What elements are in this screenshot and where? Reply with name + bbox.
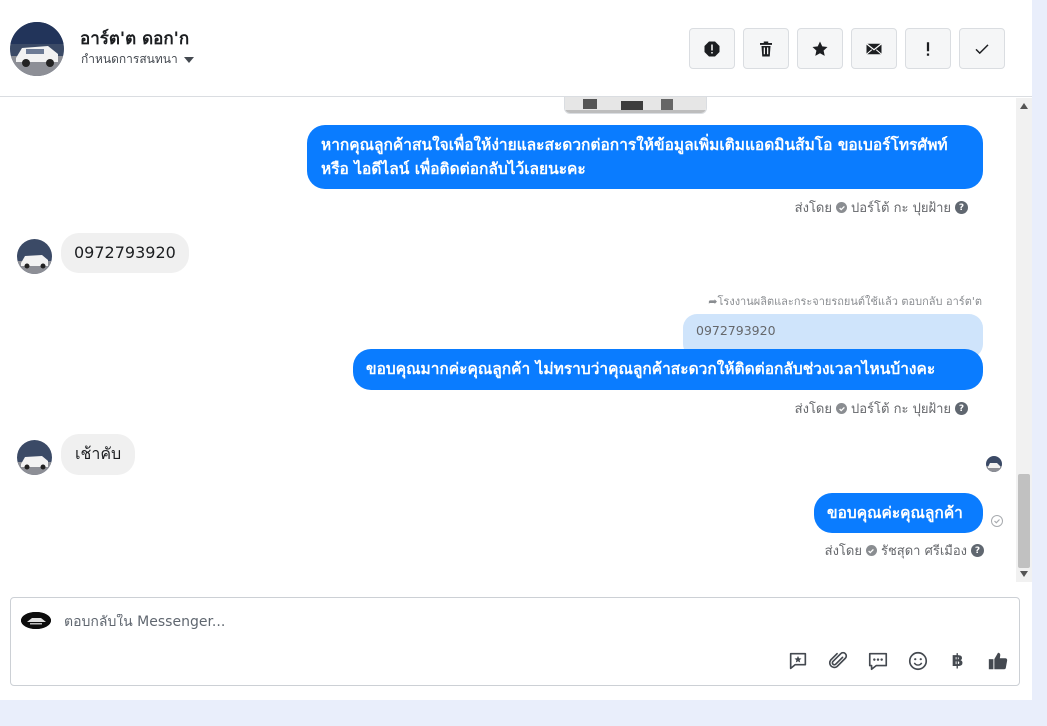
chat-dots-icon <box>868 652 887 670</box>
read-receipt-avatar <box>986 456 1002 472</box>
caret-down-icon <box>183 56 194 63</box>
incoming-message[interactable]: เช้าคับ <box>61 434 136 475</box>
conversation-header: อาร์ต'ต ดอก'ก กำหนดการสนทนา <box>0 0 1032 97</box>
star-button[interactable] <box>797 28 843 69</box>
thumbs-up-icon <box>988 652 1007 669</box>
page-avatar <box>21 612 51 629</box>
follow-up-button[interactable] <box>905 28 951 69</box>
delete-button[interactable] <box>743 28 789 69</box>
outgoing-message[interactable]: หากคุณลูกค้าสนใจเพื่อให้ง่ายและสะดวกต่อก… <box>307 125 983 189</box>
reply-note-text: โรงงานผลิตและกระจายรถยนต์ใช้แล้ว ตอบกลับ… <box>717 295 983 308</box>
scrollbar-thumb[interactable] <box>1018 474 1030 568</box>
contact-avatar[interactable] <box>10 22 64 76</box>
message-sender-info: ส่งโดย ปอร์โต้ กะ ปุยฝ้าย ? <box>795 197 968 218</box>
paperclip-icon <box>828 651 847 668</box>
conversation-panel: อาร์ต'ต ดอก'ก กำหนดการสนทนา หากคุณลูกค้า… <box>0 0 1032 700</box>
message-text: เช้าคับ <box>75 444 122 463</box>
contact-avatar-small <box>17 239 52 274</box>
verified-check-icon <box>836 202 847 213</box>
reply-arrow-icon: ➦ <box>708 295 718 308</box>
mark-unread-button[interactable] <box>851 28 897 69</box>
payment-button[interactable]: ฿ <box>946 649 969 672</box>
smiley-icon <box>908 651 927 670</box>
help-icon[interactable]: ? <box>955 402 968 415</box>
message-text: ขอบคุณค่ะคุณลูกค้า <box>827 504 963 522</box>
contact-name: อาร์ต'ต ดอก'ก <box>80 29 190 49</box>
envelope-icon <box>866 42 882 55</box>
sender-name: ปอร์โต้ กะ ปุยฝ้าย <box>851 201 951 216</box>
sender-name: ปอร์โต้ กะ ปุยฝ้าย <box>851 402 951 417</box>
star-icon <box>812 41 828 56</box>
contact-avatar-small <box>17 440 52 475</box>
reply-composer: ฿ <box>10 597 1020 686</box>
sent-by-label: ส่งโดย <box>794 201 832 216</box>
help-icon[interactable]: ? <box>955 201 968 214</box>
message-text: ขอบคุณมากค่ะคุณลูกค้า ไม่ทราบว่าคุณลูกค้… <box>366 360 936 378</box>
baht-icon: ฿ <box>951 650 964 671</box>
reply-input[interactable] <box>64 614 964 630</box>
message-text: 0972793920 <box>74 243 176 262</box>
sender-name: รัชสุดา ศรีเมือง <box>880 544 967 559</box>
sent-by-label: ส่งโดย <box>824 544 862 559</box>
attach-button[interactable] <box>826 649 849 672</box>
like-button[interactable] <box>986 649 1009 672</box>
quick-reply-button[interactable] <box>866 649 889 672</box>
sent-by-label: ส่งโดย <box>794 402 832 417</box>
header-actions <box>689 28 1005 69</box>
incoming-message[interactable]: 0972793920 <box>61 233 189 273</box>
emoji-button[interactable] <box>906 649 929 672</box>
verified-check-icon <box>865 545 877 556</box>
outgoing-message[interactable]: ขอบคุณมากค่ะคุณลูกค้า ไม่ทราบว่าคุณลูกค้… <box>353 349 983 390</box>
quoted-text: 0972793920 <box>696 323 776 338</box>
reply-context: ➦โรงงานผลิตและกระจายรถยนต์ใช้แล้ว ตอบกลั… <box>708 292 982 310</box>
outgoing-message[interactable]: ขอบคุณค่ะคุณลูกค้า <box>814 493 983 533</box>
message-sender-info: ส่งโดย รัชสุดา ศรีเมือง ? <box>825 540 984 561</box>
help-icon[interactable]: ? <box>971 544 984 557</box>
exclamation-icon <box>926 41 930 56</box>
verified-check-icon <box>836 403 847 414</box>
check-icon <box>975 43 989 54</box>
assign-label: กำหนดการสนทนา <box>81 52 178 66</box>
previous-image-attachment[interactable] <box>564 97 707 114</box>
delivered-check-icon <box>991 515 1003 527</box>
chat-star-icon <box>789 652 806 669</box>
saved-replies-button[interactable] <box>786 649 809 672</box>
alert-octagon-icon <box>704 41 720 56</box>
scroll-up-arrow-icon[interactable] <box>1020 103 1028 109</box>
assign-conversation-dropdown[interactable]: กำหนดการสนทนา <box>81 50 194 69</box>
mark-spam-button[interactable] <box>689 28 735 69</box>
mark-done-button[interactable] <box>959 28 1005 69</box>
message-sender-info: ส่งโดย ปอร์โต้ กะ ปุยฝ้าย ? <box>795 398 968 419</box>
message-text: หากคุณลูกค้าสนใจเพื่อให้ง่ายและสะดวกต่อก… <box>321 136 948 178</box>
message-scrollbar[interactable] <box>1016 98 1032 582</box>
scroll-down-arrow-icon[interactable] <box>1020 571 1028 577</box>
composer-toolbar: ฿ <box>786 649 1009 672</box>
trash-icon <box>760 41 772 56</box>
